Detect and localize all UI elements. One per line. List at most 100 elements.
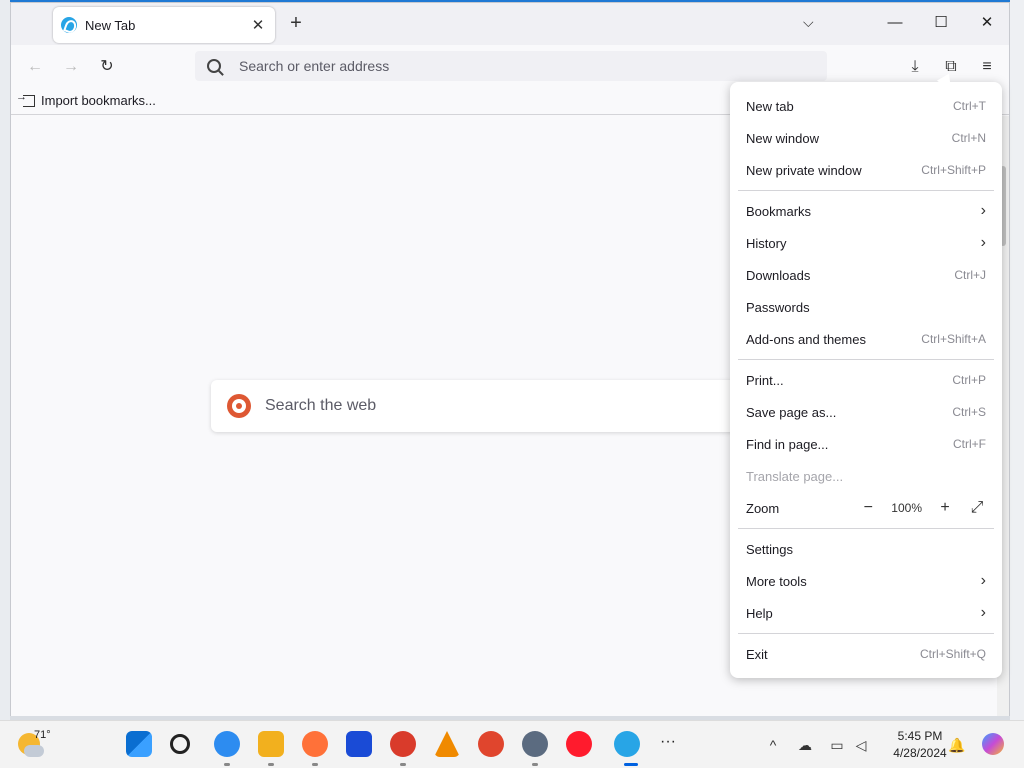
chevron-right-icon: › xyxy=(980,604,986,621)
menu-shortcut: Ctrl+Shift+Q xyxy=(919,647,986,661)
settings-gear-icon[interactable] xyxy=(522,731,548,757)
chevron-right-icon: › xyxy=(980,572,986,589)
display-icon[interactable]: ▭ xyxy=(828,737,846,753)
minimize-button[interactable]: — xyxy=(875,11,915,35)
duckduckgo-icon xyxy=(227,394,251,418)
menu-label: Help xyxy=(746,605,773,621)
menu-item-bookmarks[interactable]: Bookmarks › xyxy=(738,195,994,227)
menu-separator xyxy=(738,190,994,191)
menu-shortcut: Ctrl+J xyxy=(954,268,986,282)
search-icon xyxy=(207,59,221,73)
menu-item-print[interactable]: Print... Ctrl+P xyxy=(738,364,994,396)
tab-close-icon[interactable]: ✕ xyxy=(249,16,267,34)
menu-label: New tab xyxy=(746,98,794,114)
web-search-placeholder: Search the web xyxy=(265,397,377,414)
file-explorer-icon[interactable] xyxy=(258,731,284,757)
desktop-background-right xyxy=(1010,0,1024,720)
menu-item-help[interactable]: Help › xyxy=(738,597,994,629)
menu-separator xyxy=(738,633,994,634)
tab-strip: New Tab ✕ + ⌵ — ☐ ✕ xyxy=(11,3,1009,45)
menu-separator xyxy=(738,528,994,529)
menu-label: History xyxy=(746,235,787,251)
menu-item-save-page[interactable]: Save page as... Ctrl+S xyxy=(738,396,994,428)
menu-item-downloads[interactable]: Downloads Ctrl+J xyxy=(738,259,994,291)
list-all-tabs-button[interactable]: ⌵ xyxy=(803,14,814,31)
notification-bell-icon[interactable]: 🔔 xyxy=(948,737,966,753)
menu-shortcut: Ctrl+S xyxy=(952,405,986,419)
cloud-offline-icon[interactable]: ☁ xyxy=(796,737,814,753)
cloud-icon xyxy=(24,745,44,757)
back-button[interactable]: ← xyxy=(23,55,47,79)
downloads-button[interactable]: ⤓ xyxy=(903,55,927,79)
address-bar[interactable] xyxy=(195,51,827,81)
menu-separator xyxy=(738,359,994,360)
active-browser-icon[interactable] xyxy=(614,731,640,757)
show-hidden-icons-chevron-icon[interactable]: ^ xyxy=(764,737,782,753)
fullscreen-button[interactable]: ⤢ xyxy=(968,499,986,517)
new-tab-button[interactable]: + xyxy=(285,12,307,34)
zoom-out-button[interactable]: − xyxy=(859,499,877,517)
close-window-button[interactable]: ✕ xyxy=(967,11,1007,35)
running-indicator xyxy=(312,763,318,766)
volume-muted-icon[interactable]: ◁ xyxy=(852,737,870,753)
menu-label: Find in page... xyxy=(746,436,829,452)
menu-item-translate-page: Translate page... xyxy=(738,460,994,492)
import-icon xyxy=(16,91,35,107)
zoom-in-button[interactable]: + xyxy=(936,499,954,517)
tab-new-tab[interactable]: New Tab ✕ xyxy=(53,7,275,43)
menu-item-addons[interactable]: Add-ons and themes Ctrl+Shift+A xyxy=(738,323,994,355)
maximize-button[interactable]: ☐ xyxy=(921,11,961,35)
tab-title: New Tab xyxy=(85,17,136,33)
browser-logo-icon xyxy=(61,17,77,33)
address-input[interactable] xyxy=(239,58,799,74)
menu-item-settings[interactable]: Settings xyxy=(738,533,994,565)
reload-button[interactable]: ↻ xyxy=(95,55,119,79)
menu-item-more-tools[interactable]: More tools › xyxy=(738,565,994,597)
navigation-toolbar: ← → ↻ ⤓ ⧉ ≡ xyxy=(11,45,1009,87)
extensions-button[interactable]: ⧉ xyxy=(939,55,963,79)
import-bookmarks-label: Import bookmarks... xyxy=(41,93,156,108)
app-menu-panel: New tab Ctrl+T New window Ctrl+N New priva… xyxy=(730,82,1002,678)
menu-label: Translate page... xyxy=(746,468,844,484)
menu-item-exit[interactable]: Exit Ctrl+Shift+Q xyxy=(738,638,994,670)
running-indicator xyxy=(400,763,406,766)
menu-item-find-in-page[interactable]: Find in page... Ctrl+F xyxy=(738,428,994,460)
menu-label: Zoom xyxy=(746,500,780,516)
copilot-icon[interactable] xyxy=(982,733,1004,755)
malwarebytes-icon[interactable] xyxy=(346,731,372,757)
menu-item-passwords[interactable]: Passwords xyxy=(738,291,994,323)
menu-item-zoom: Zoom − 100% + ⤢ xyxy=(738,492,994,524)
menu-label: New private window xyxy=(746,162,862,178)
menu-shortcut: Ctrl+P xyxy=(952,373,986,387)
more-apps-button[interactable]: ··· xyxy=(660,733,676,751)
zoom-level[interactable]: 100% xyxy=(891,501,922,515)
start-windows-icon[interactable] xyxy=(126,731,152,757)
import-bookmarks-button[interactable]: Import bookmarks... xyxy=(16,91,156,109)
menu-label: Print... xyxy=(746,372,784,388)
menu-label: Add-ons and themes xyxy=(746,331,866,347)
menu-label: Passwords xyxy=(746,299,810,315)
web-search-box[interactable]: Search the web xyxy=(211,380,751,432)
menu-label: New window xyxy=(746,130,819,146)
menu-item-history[interactable]: History › xyxy=(738,227,994,259)
search-taskbar-icon[interactable] xyxy=(170,734,190,754)
app-menu-button[interactable]: ≡ xyxy=(975,55,999,79)
opera-icon[interactable] xyxy=(566,731,592,757)
vlc-icon[interactable] xyxy=(434,731,460,757)
menu-item-new-private-window[interactable]: New private window Ctrl+Shift+P xyxy=(738,154,994,186)
weather-temperature: 71° xyxy=(34,729,51,741)
menu-shortcut: Ctrl+N xyxy=(951,131,986,145)
ccleaner-icon[interactable] xyxy=(390,731,416,757)
chromium-icon[interactable] xyxy=(214,731,240,757)
menu-shortcut: Ctrl+F xyxy=(953,437,986,451)
forward-button[interactable]: → xyxy=(59,55,83,79)
menu-shortcut: Ctrl+Shift+P xyxy=(921,163,986,177)
firefox-icon[interactable] xyxy=(302,731,328,757)
taskbar: 71° ··· ^ ☁ ▭ ◁ 5:45 PM 4/28/2024 🔔 xyxy=(0,720,1024,768)
zoom-controls: − 100% + ⤢ xyxy=(859,499,986,517)
menu-item-new-tab[interactable]: New tab Ctrl+T xyxy=(738,90,994,122)
menu-label: More tools xyxy=(746,573,807,589)
chevron-right-icon: › xyxy=(980,202,986,219)
ccleaner-browser-icon[interactable] xyxy=(478,731,504,757)
menu-item-new-window[interactable]: New window Ctrl+N xyxy=(738,122,994,154)
